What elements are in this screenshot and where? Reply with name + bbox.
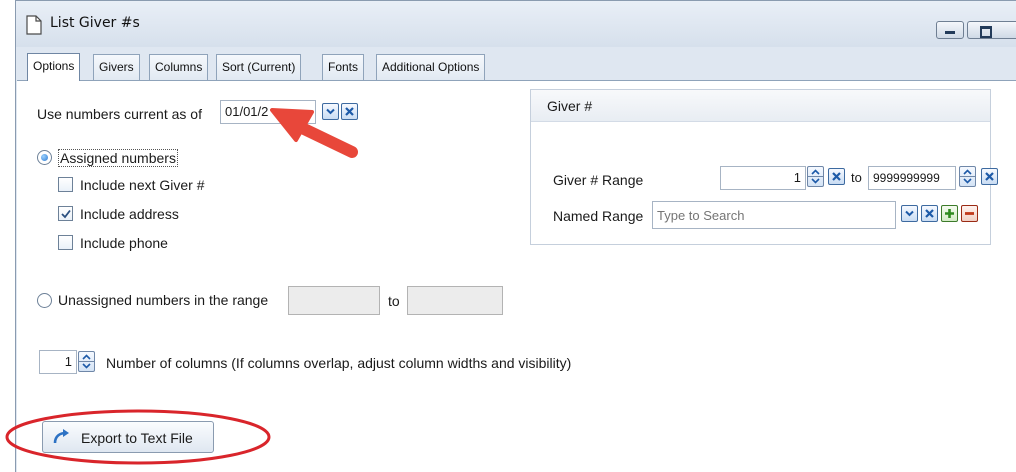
assigned-numbers-label: Assigned numbers: [58, 149, 178, 167]
include-next-label: Include next Giver #: [80, 177, 205, 193]
checkmark-icon: [61, 209, 71, 219]
assigned-numbers-radio[interactable]: [37, 150, 52, 165]
named-range-clear-button[interactable]: [921, 205, 938, 222]
spin-arrows-icon: [82, 354, 91, 369]
named-range-remove-button[interactable]: [961, 205, 978, 222]
export-button-label: Export to Text File: [81, 430, 193, 446]
include-address-label: Include address: [80, 206, 179, 222]
unassigned-to-label: to: [388, 293, 400, 309]
giver-group-title: Giver #: [547, 98, 593, 114]
giver-range-to-label: to: [851, 170, 862, 185]
named-range-search-input[interactable]: [652, 201, 896, 229]
date-dropdown-button[interactable]: [322, 103, 339, 120]
range-from-spin-button[interactable]: [807, 166, 824, 187]
tab-columns[interactable]: Columns: [149, 54, 209, 80]
spin-arrows-icon: [811, 169, 820, 184]
include-address-checkbox[interactable]: [58, 206, 73, 221]
clear-x-icon: [985, 172, 994, 181]
range-to-spin-button[interactable]: [959, 166, 976, 187]
document-icon: [26, 15, 42, 35]
tab-additional-options[interactable]: Additional Options: [376, 54, 486, 80]
number-of-columns-field[interactable]: 1: [39, 350, 77, 374]
clear-x-icon: [925, 209, 934, 218]
range-to-clear-button[interactable]: [981, 168, 998, 185]
maximize-button[interactable]: [967, 21, 1016, 39]
minus-icon: [965, 212, 974, 215]
minimize-button[interactable]: [936, 21, 964, 39]
unassigned-from-field[interactable]: [288, 286, 380, 315]
plus-icon: [945, 209, 954, 218]
number-of-columns-label: Number of columns (If columns overlap, a…: [106, 355, 572, 371]
clear-x-icon: [345, 107, 354, 116]
include-next-checkbox[interactable]: [58, 177, 73, 192]
giver-group-header: Giver #: [531, 90, 990, 122]
current-as-of-label: Use numbers current as of: [37, 106, 202, 122]
include-phone-checkbox[interactable]: [58, 235, 73, 250]
tab-givers[interactable]: Givers: [93, 54, 140, 80]
tab-options[interactable]: Options: [27, 53, 81, 81]
date-clear-button[interactable]: [341, 103, 358, 120]
chevron-down-icon: [905, 210, 914, 217]
chevron-down-icon: [326, 108, 335, 115]
export-arrow-icon: [53, 429, 69, 444]
unassigned-numbers-radio[interactable]: [37, 293, 52, 308]
window-title: List Giver #s: [50, 15, 140, 31]
clear-x-icon: [832, 172, 841, 181]
spin-arrows-icon: [963, 169, 972, 184]
title-bar: List Giver #s: [16, 1, 1016, 47]
range-from-clear-button[interactable]: [828, 168, 845, 185]
export-to-text-file-button[interactable]: Export to Text File: [42, 421, 214, 453]
named-range-label: Named Range: [553, 208, 644, 224]
current-as-of-date-field[interactable]: 01/01/2: [220, 100, 316, 124]
giver-range-to-field[interactable]: 9999999999: [868, 166, 956, 190]
named-range-add-button[interactable]: [941, 205, 958, 222]
unassigned-to-field[interactable]: [407, 286, 503, 315]
giver-range-label: Giver # Range: [553, 172, 644, 188]
tab-fonts[interactable]: Fonts: [322, 54, 365, 80]
tab-sort-current[interactable]: Sort (Current): [216, 54, 302, 80]
unassigned-numbers-label: Unassigned numbers in the range: [58, 292, 269, 308]
columns-spin-button[interactable]: [78, 351, 95, 372]
named-range-dropdown-button[interactable]: [901, 205, 918, 222]
include-phone-label: Include phone: [80, 235, 168, 251]
giver-range-from-field[interactable]: 1: [720, 166, 806, 190]
